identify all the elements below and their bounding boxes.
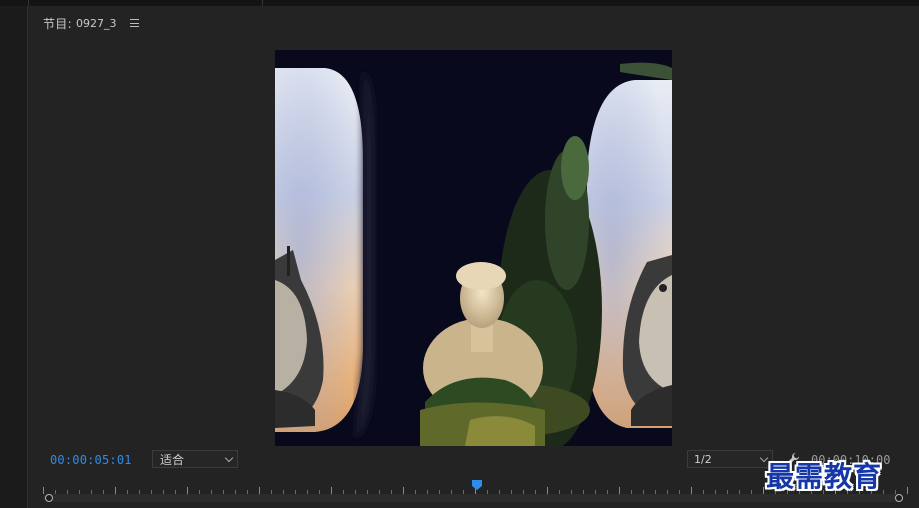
program-monitor-panel: 节目: 0927_3 00:00:05:01 适合 1/2 00:00:10:0… [29, 6, 919, 508]
video-frame[interactable] [275, 50, 672, 446]
ruler-tick [259, 487, 260, 494]
sequence-name[interactable]: 0927_3 [76, 17, 117, 30]
panel-header: 节目: 0927_3 [43, 14, 140, 32]
scrollbar-left-handle[interactable] [45, 494, 53, 502]
chevron-down-icon [224, 453, 234, 463]
ruler-tick [619, 487, 620, 494]
ruler-tick [403, 487, 404, 494]
ruler-tick [331, 487, 332, 494]
ruler-tick [547, 487, 548, 494]
vr-video-preview [275, 50, 672, 446]
ruler-tick [691, 487, 692, 494]
ruler-tick [115, 487, 116, 494]
ruler-tick [43, 487, 44, 494]
zoom-fit-label: 适合 [160, 452, 185, 467]
menu-icon[interactable] [130, 19, 140, 27]
playhead-icon[interactable] [471, 480, 482, 490]
ruler-tick [763, 487, 764, 494]
watermark-logo: 最需教育 [766, 460, 883, 493]
right-lens-view [587, 62, 672, 428]
ruler-tick [907, 487, 908, 494]
panel-title[interactable]: 节目: [43, 15, 72, 32]
scrollbar-right-handle[interactable] [895, 494, 903, 502]
playback-resolution-select[interactable]: 1/2 [687, 450, 773, 468]
resolution-label: 1/2 [694, 452, 712, 466]
zoom-fit-select[interactable]: 适合 [152, 450, 238, 468]
left-gutter [0, 6, 28, 508]
zoom-scrollbar[interactable] [43, 494, 901, 502]
program-monitor-window: 节目: 0927_3 00:00:05:01 适合 1/2 00:00:10:0… [0, 0, 919, 508]
current-timecode[interactable]: 00:00:05:01 [50, 453, 132, 467]
ruler-tick [187, 487, 188, 494]
